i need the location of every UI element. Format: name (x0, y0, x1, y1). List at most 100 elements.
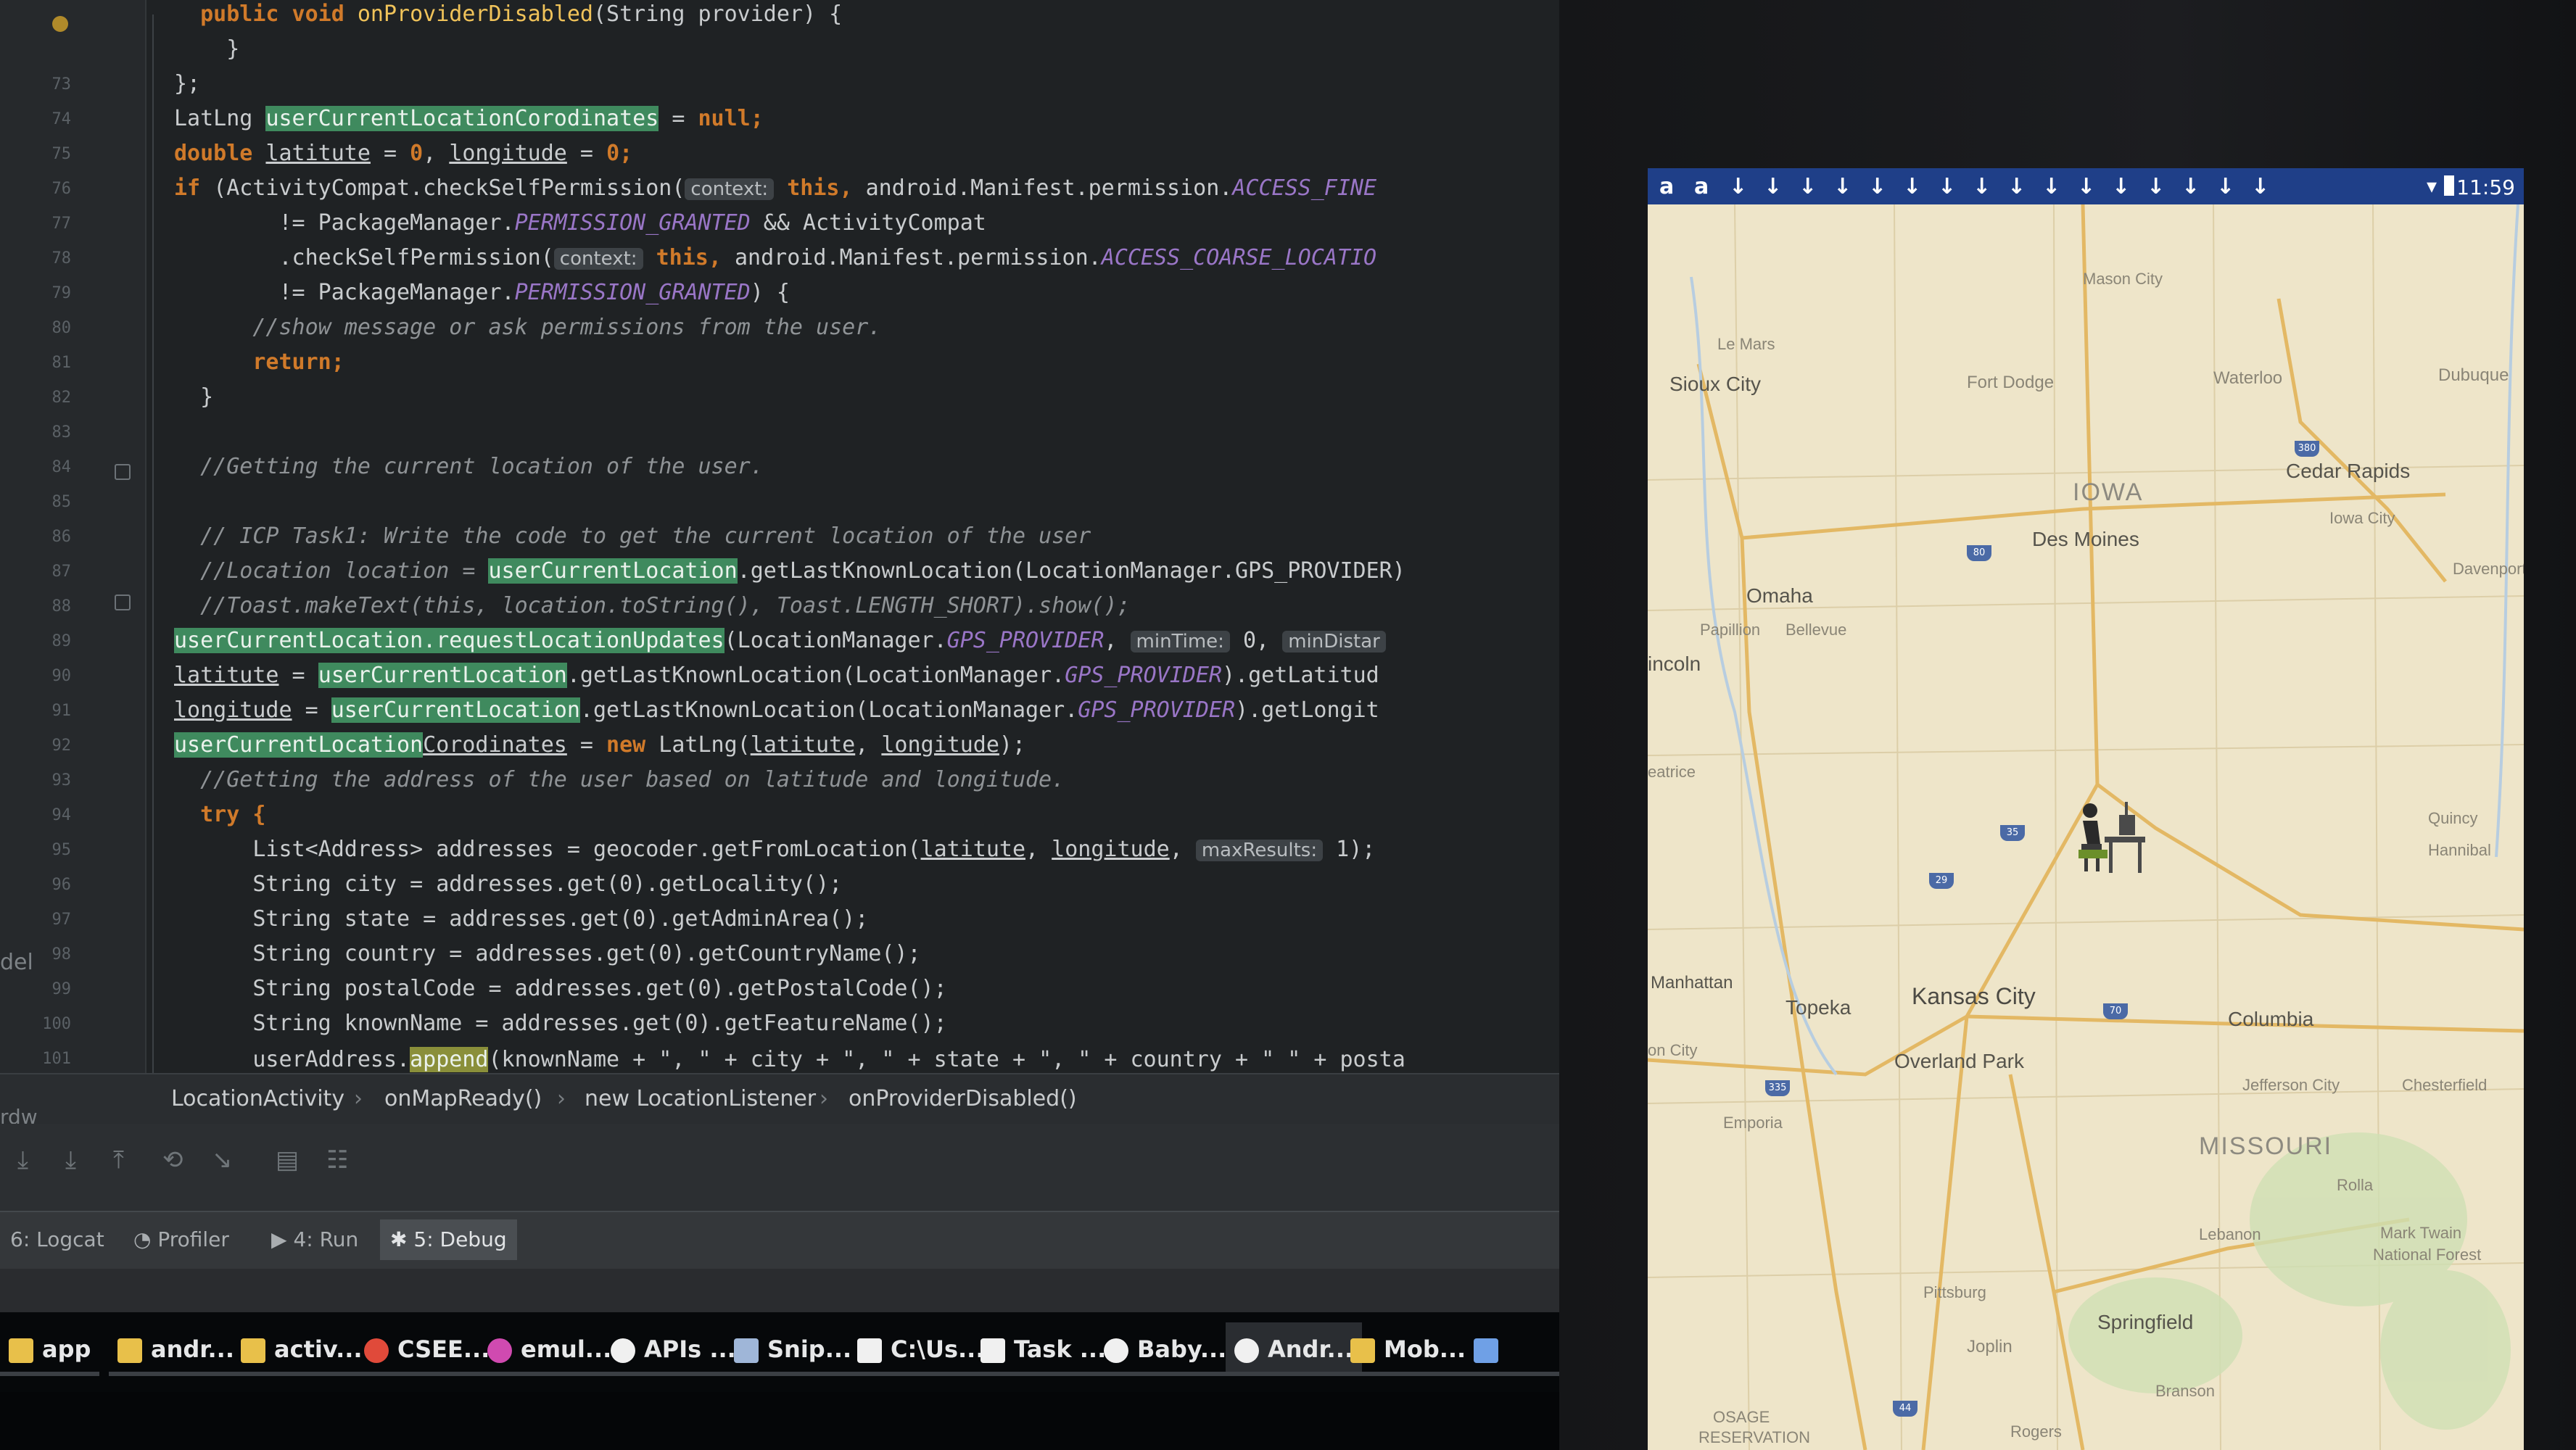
taskbar-item[interactable]: APIs ... (602, 1322, 745, 1376)
person-at-desk-icon[interactable] (2068, 799, 2148, 879)
fold-marker-icon[interactable] (115, 464, 131, 480)
chrome-icon (364, 1338, 389, 1363)
battery-icon (2444, 175, 2454, 196)
trace-icon[interactable]: ☷ (326, 1146, 348, 1174)
taskbar-item[interactable]: CSEE... (355, 1322, 499, 1376)
code-line: LatLng userCurrentLocationCorodinates = … (174, 106, 764, 131)
tab-label: Profiler (157, 1227, 229, 1251)
taskbar-item[interactable]: activ... (232, 1322, 371, 1376)
code-line: String postalCode = addresses.get(0).get… (174, 976, 947, 1001)
wifi-icon: ▾ (2426, 174, 2437, 198)
side-panel-label: del (0, 950, 33, 975)
tab-label: 5: Debug (413, 1227, 507, 1251)
map-label: on City (1648, 1041, 1698, 1059)
taskbar-item[interactable]: app (0, 1322, 100, 1376)
code-line: }; (174, 71, 201, 96)
download-notification-icon: ↓ (1973, 174, 1991, 199)
code-line: if (ActivityCompat.checkSelfPermission(c… (174, 175, 1377, 201)
tab-logcat[interactable]: 6: Logcat (0, 1219, 115, 1260)
fold-guide (152, 14, 154, 1073)
taskbar-item-label: app (42, 1335, 91, 1363)
line-number: 75 (51, 145, 72, 163)
taskbar-item[interactable]: Baby... (1095, 1322, 1236, 1376)
breadcrumb-item[interactable]: LocationActivity (171, 1086, 344, 1111)
task-manager-icon (981, 1338, 1005, 1363)
map-label: Jefferson City (2242, 1076, 2340, 1094)
map-label: Pittsburg (1923, 1283, 1986, 1301)
line-number: 94 (51, 806, 72, 824)
code-line: double latitute = 0, longitude = 0; (174, 141, 633, 166)
line-number: 96 (51, 876, 72, 894)
download-notification-icon: ↓ (1729, 174, 1748, 199)
file-icon (241, 1338, 265, 1363)
line-number: 84 (51, 458, 72, 476)
download-notification-icon: ↓ (2007, 174, 2026, 199)
line-number: 90 (51, 667, 72, 685)
map-label: Hannibal (2428, 841, 2491, 859)
code-line: longitude = userCurrentLocation.getLastK… (174, 697, 1379, 723)
map-label: Rogers (2010, 1422, 2062, 1441)
taskbar-item[interactable]: Snip... (725, 1322, 861, 1376)
map-label: Mark Twain (2380, 1224, 2462, 1242)
code-editor[interactable]: public void onProviderDisabled(String pr… (174, 0, 1581, 1080)
line-number: 80 (51, 319, 72, 337)
taskbar-item-label: C:\Us... (891, 1335, 985, 1363)
step-out-icon[interactable]: ⤒ (113, 1146, 124, 1174)
map-label: Iowa City (2329, 509, 2395, 527)
google-map[interactable]: Mason City Le Mars Sioux City Fort Dodge… (1648, 204, 2524, 1450)
map-label: Topeka (1786, 996, 1852, 1019)
map-label: OSAGE (1713, 1408, 1770, 1426)
map-label: Overland Park (1894, 1050, 2024, 1072)
tab-profiler[interactable]: ◔ Profiler (123, 1219, 239, 1260)
step-into-icon[interactable]: ⤓ (65, 1146, 76, 1174)
taskbar-item-label: APIs ... (644, 1335, 736, 1363)
run-to-cursor-icon[interactable]: ↘ (212, 1146, 233, 1174)
drop-frame-icon[interactable]: ⟲ (162, 1146, 183, 1174)
map-label: Fort Dodge (1967, 373, 2055, 392)
step-over-icon[interactable]: ⤓ (17, 1146, 28, 1174)
tab-label: 4: Run (293, 1227, 359, 1251)
map-label: Rolla (2337, 1176, 2374, 1194)
taskbar-item[interactable]: andr... (109, 1322, 243, 1376)
download-notification-icon: ↓ (2077, 174, 2096, 199)
taskbar-item[interactable]: Mob... (1342, 1322, 1475, 1376)
download-notification-icon: ↓ (2112, 174, 2131, 199)
code-line: String state = addresses.get(0).getAdmin… (174, 906, 869, 932)
breadcrumb-item[interactable]: new LocationListener (585, 1086, 816, 1111)
breadcrumb-item[interactable]: onMapReady() (384, 1086, 542, 1111)
line-number: 76 (51, 180, 72, 198)
file-icon (857, 1338, 882, 1363)
taskbar-item-label: CSEE... (397, 1335, 490, 1363)
chat-icon (1104, 1338, 1128, 1363)
breakpoint-icon[interactable] (52, 16, 68, 32)
highway-shield: 70 (2103, 1003, 2128, 1019)
taskbar-item[interactable]: Task ... (972, 1322, 1115, 1376)
code-line: latitute = userCurrentLocation.getLastKn… (174, 663, 1379, 688)
fold-marker-icon[interactable] (115, 594, 131, 610)
code-line: userCurrentLocationCorodinates = new Lat… (174, 732, 1026, 758)
code-line: userCurrentLocation.requestLocationUpdat… (174, 628, 1386, 653)
folder-icon (1474, 1338, 1498, 1363)
desk-edge (0, 1392, 1595, 1450)
map-label: Papillion (1700, 621, 1761, 639)
taskbar-item[interactable]: emul... (479, 1322, 621, 1376)
play-icon: ▶ (271, 1227, 294, 1251)
code-line: try { (174, 802, 266, 827)
breadcrumb-item[interactable]: onProviderDisabled() (849, 1086, 1077, 1111)
breadcrumb: LocationActivity › onMapReady() › new Lo… (0, 1073, 1581, 1125)
map-label: Sioux City (1669, 373, 1762, 395)
app-notification-icon: a (1659, 174, 1675, 199)
state-label: MISSOURI (2199, 1132, 2333, 1160)
map-label: Kansas City (1912, 983, 2036, 1009)
evaluate-icon[interactable]: ▤ (276, 1146, 299, 1174)
tab-debug[interactable]: ✱ 5: Debug (380, 1219, 517, 1260)
tab-run[interactable]: ▶ 4: Run (261, 1219, 368, 1260)
code-comment: //Getting the current location of the us… (174, 454, 764, 479)
tool-window-tabs: 6: Logcat ◔ Profiler ▶ 4: Run ✱ 5: Debug (0, 1211, 1581, 1270)
file-icon (117, 1338, 142, 1363)
code-line: } (174, 36, 240, 62)
map-label: Davenport (2453, 560, 2524, 578)
highway-shield: 80 (1967, 545, 1991, 561)
highway-shield: 29 (1929, 873, 1954, 889)
line-number: 95 (51, 841, 72, 859)
